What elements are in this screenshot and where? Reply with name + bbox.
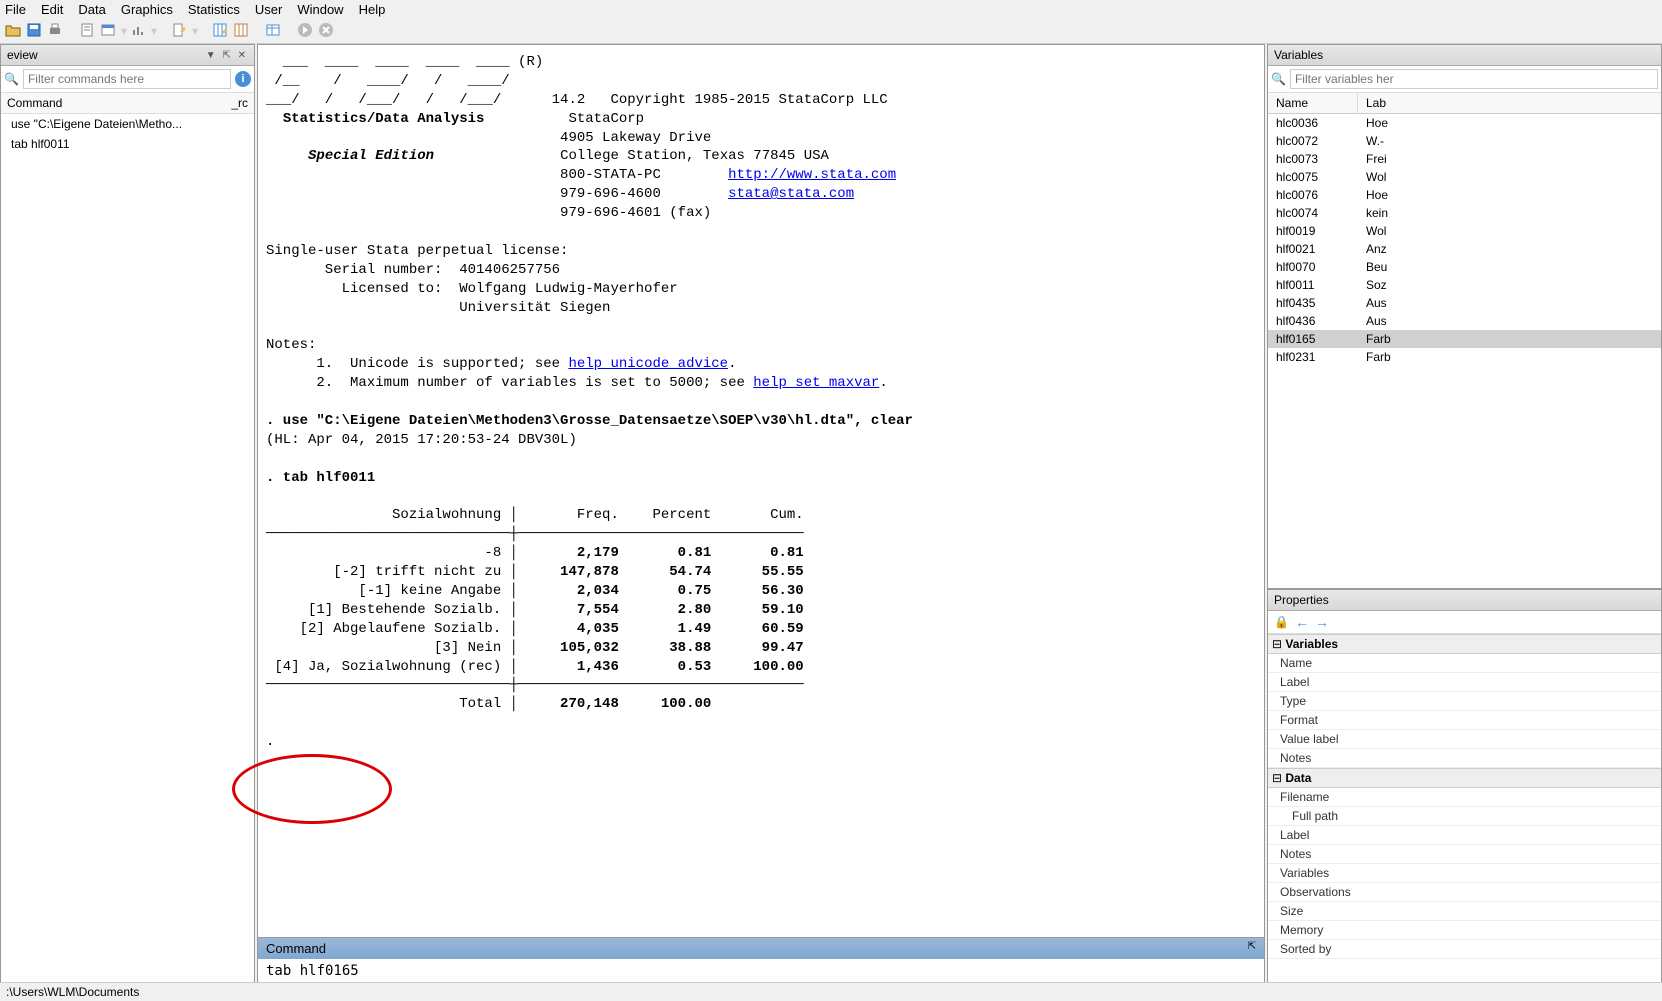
variable-row[interactable]: hlc0076Hoe bbox=[1268, 186, 1661, 204]
open-file-icon[interactable] bbox=[5, 22, 23, 40]
menu-bar: File Edit Data Graphics Statistics User … bbox=[0, 0, 1662, 19]
properties-row[interactable]: Size bbox=[1268, 902, 1661, 921]
properties-row[interactable]: Filename bbox=[1268, 788, 1661, 807]
review-columns-header: Command _rc bbox=[1, 93, 254, 114]
variables-panel-title: Variables bbox=[1268, 45, 1661, 66]
variable-row[interactable]: hlf0070Beu bbox=[1268, 258, 1661, 276]
variables-panel: Variables 🔍 Name Lab hlc0036Hoehlc0072W.… bbox=[1267, 44, 1662, 589]
properties-row[interactable]: Value label bbox=[1268, 730, 1661, 749]
variables-columns-header: Name Lab bbox=[1268, 93, 1661, 114]
menu-user[interactable]: User bbox=[255, 2, 282, 17]
next-icon[interactable]: → bbox=[1315, 614, 1329, 630]
properties-row[interactable]: Sorted by bbox=[1268, 940, 1661, 959]
graph-icon[interactable] bbox=[130, 22, 148, 40]
toolbar: ▾ ▾ ▾ bbox=[0, 19, 1662, 44]
properties-row[interactable]: Variables bbox=[1268, 864, 1661, 883]
viewer-icon[interactable] bbox=[100, 22, 118, 40]
properties-row[interactable]: Notes bbox=[1268, 749, 1661, 768]
email-link[interactable]: stata@stata.com bbox=[728, 186, 854, 202]
properties-panel: Properties 🔒 ← → VariablesNameLabelTypeF… bbox=[1267, 589, 1662, 984]
variable-row[interactable]: hlf0165Farb bbox=[1268, 330, 1661, 348]
properties-row[interactable]: Notes bbox=[1268, 845, 1661, 864]
variable-row[interactable]: hlc0036Hoe bbox=[1268, 114, 1661, 132]
menu-data[interactable]: Data bbox=[78, 2, 105, 17]
variables-filter-input[interactable] bbox=[1290, 69, 1658, 89]
variable-row[interactable]: hlf0019Wol bbox=[1268, 222, 1661, 240]
review-item[interactable]: use "C:\Eigene Dateien\Metho... bbox=[1, 114, 254, 134]
help-link[interactable]: help unicode_advice bbox=[568, 356, 728, 372]
menu-edit[interactable]: Edit bbox=[41, 2, 63, 17]
review-filter-input[interactable] bbox=[23, 69, 231, 89]
data-editor-icon[interactable] bbox=[212, 22, 230, 40]
properties-row[interactable]: Name bbox=[1268, 654, 1661, 673]
variable-row[interactable]: hlf0011Soz bbox=[1268, 276, 1661, 294]
panel-controls-icon[interactable]: ▼ ⇱ ✕ bbox=[206, 50, 248, 61]
properties-row[interactable]: Format bbox=[1268, 711, 1661, 730]
properties-row[interactable]: Observations bbox=[1268, 883, 1661, 902]
print-icon[interactable] bbox=[47, 22, 65, 40]
properties-row[interactable]: Label bbox=[1268, 826, 1661, 845]
prev-icon[interactable]: ← bbox=[1295, 614, 1309, 630]
properties-row[interactable]: Label bbox=[1268, 673, 1661, 692]
variable-row[interactable]: hlf0021Anz bbox=[1268, 240, 1661, 258]
break-icon[interactable] bbox=[318, 22, 336, 40]
variable-row[interactable]: hlc0074kein bbox=[1268, 204, 1661, 222]
review-panel-title: eview ▼ ⇱ ✕ bbox=[1, 45, 254, 66]
command-input[interactable] bbox=[258, 959, 1264, 983]
properties-section-header[interactable]: Variables bbox=[1268, 634, 1661, 654]
results-window[interactable]: ___ ____ ____ ____ ____ (R) /__ / ____/ … bbox=[258, 45, 1264, 937]
website-link[interactable]: http://www.stata.com bbox=[728, 167, 896, 183]
properties-section-header[interactable]: Data bbox=[1268, 768, 1661, 788]
do-file-edit-icon[interactable] bbox=[171, 22, 189, 40]
menu-file[interactable]: File bbox=[5, 2, 26, 17]
menu-graphics[interactable]: Graphics bbox=[121, 2, 173, 17]
data-browser-icon[interactable] bbox=[233, 22, 251, 40]
menu-help[interactable]: Help bbox=[359, 2, 386, 17]
filter-icon: 🔍 bbox=[4, 72, 19, 86]
log-icon[interactable] bbox=[79, 22, 97, 40]
variable-row[interactable]: hlf0231Farb bbox=[1268, 348, 1661, 366]
properties-row[interactable]: Type bbox=[1268, 692, 1661, 711]
menu-window[interactable]: Window bbox=[297, 2, 343, 17]
lock-icon[interactable]: 🔒 bbox=[1274, 615, 1289, 629]
variable-row[interactable]: hlf0436Aus bbox=[1268, 312, 1661, 330]
save-icon[interactable] bbox=[26, 22, 44, 40]
help-link[interactable]: help set_maxvar bbox=[753, 375, 879, 391]
variable-row[interactable]: hlc0072W.- bbox=[1268, 132, 1661, 150]
center-panel: ___ ____ ____ ____ ____ (R) /__ / ____/ … bbox=[257, 44, 1265, 984]
filter-icon: 🔍 bbox=[1271, 72, 1286, 86]
variable-row[interactable]: hlc0073Frei bbox=[1268, 150, 1661, 168]
status-bar: :\Users\WLM\Documents bbox=[0, 982, 1662, 1001]
variables-manager-icon[interactable] bbox=[265, 22, 283, 40]
info-icon[interactable]: i bbox=[235, 71, 251, 87]
variable-row[interactable]: hlf0435Aus bbox=[1268, 294, 1661, 312]
pin-icon[interactable]: ⇱ bbox=[1248, 941, 1256, 956]
review-item[interactable]: tab hlf0011 bbox=[1, 134, 254, 154]
continue-icon[interactable] bbox=[297, 22, 315, 40]
review-panel: eview ▼ ⇱ ✕ 🔍 i Command _rc use "C:\Eige… bbox=[0, 44, 255, 984]
properties-panel-title: Properties bbox=[1268, 590, 1661, 611]
command-panel-title: Command ⇱ bbox=[258, 938, 1264, 959]
menu-statistics[interactable]: Statistics bbox=[188, 2, 240, 17]
variable-row[interactable]: hlc0075Wol bbox=[1268, 168, 1661, 186]
properties-row[interactable]: Full path bbox=[1268, 807, 1661, 826]
properties-row[interactable]: Memory bbox=[1268, 921, 1661, 940]
